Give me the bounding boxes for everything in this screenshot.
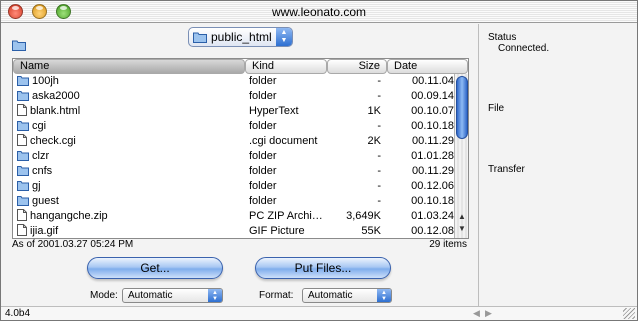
file-date: 00.12.06 <box>411 180 454 192</box>
file-date: 00.09.14 <box>411 90 454 102</box>
file-row[interactable]: blank.html HyperText 1K 00.10.07 <box>13 104 454 119</box>
file-date: 00.11.04 <box>411 75 454 87</box>
folder-icon <box>17 195 32 207</box>
file-size: - <box>377 195 381 207</box>
file-row[interactable]: ijia.gif GIF Picture 55K 00.12.08 <box>13 224 454 238</box>
file-date: 01.03.24 <box>411 210 454 222</box>
file-row[interactable]: 100jh folder -00.11.04 <box>13 74 454 89</box>
file-name: hangangche.zip <box>30 210 108 222</box>
file-name: 100jh <box>32 75 59 87</box>
window-title: www.leonato.com <box>271 5 367 19</box>
file-date: 00.12.08 <box>411 225 454 237</box>
column-header: Name Kind Size Date <box>13 59 468 74</box>
file-date: 00.10.18 <box>411 195 454 207</box>
file-row[interactable]: cgi folder -00.10.18 <box>13 119 454 134</box>
folder-icon <box>17 165 32 177</box>
file-row[interactable]: clzr folder -01.01.28 <box>13 149 454 164</box>
file-row[interactable]: gj folder -00.12.06 <box>13 179 454 194</box>
file-size: 2K <box>367 135 381 147</box>
file-size: - <box>377 180 381 192</box>
format-select-value: Automatic <box>308 290 353 301</box>
file-name: aska2000 <box>32 90 80 102</box>
resize-grip-icon[interactable] <box>623 308 635 319</box>
folder-icon <box>17 120 32 132</box>
file-size: - <box>377 150 381 162</box>
folder-popup[interactable]: public_html ▲ ▼ <box>188 27 293 47</box>
format-select[interactable]: Automatic ▲ ▼ <box>302 288 392 303</box>
file-name: clzr <box>32 150 50 162</box>
column-header-date[interactable]: Date <box>387 59 468 74</box>
file-name: guest <box>32 195 59 207</box>
file-row[interactable]: cnfs folder -00.11.29 <box>13 164 454 179</box>
title-bar[interactable]: www.leonato.com <box>1 1 637 23</box>
file-size: - <box>377 75 381 87</box>
file-row[interactable]: aska2000 folder -00.09.14 <box>13 89 454 104</box>
folder-popup-label: public_html <box>211 30 272 44</box>
put-files-button[interactable]: Put Files... <box>255 257 391 279</box>
mode-label: Mode: <box>90 290 118 301</box>
last-updated-text: As of 2001.03.27 05:24 PM <box>12 239 134 250</box>
column-header-kind[interactable]: Kind <box>245 59 327 74</box>
file-date: 00.10.07 <box>411 105 454 117</box>
vertical-scrollbar[interactable]: ▲ ▼ <box>454 74 468 238</box>
file-list: Name Kind Size Date 100jh folder -00.11.04… <box>12 58 469 239</box>
current-folder-icon[interactable] <box>12 39 26 54</box>
status-label: Status <box>488 32 517 43</box>
scroll-up-arrow-icon[interactable]: ▲ <box>458 212 466 221</box>
column-header-size[interactable]: Size <box>327 59 387 74</box>
document-icon <box>17 224 30 237</box>
folder-icon <box>17 75 32 87</box>
format-label: Format: <box>259 290 294 301</box>
file-label: File <box>488 103 505 114</box>
mode-select[interactable]: Automatic ▲ ▼ <box>122 288 223 303</box>
file-date: 00.11.29 <box>411 165 454 177</box>
folder-icon <box>17 90 32 102</box>
ftp-window: www.leonato.com public_html ▲ ▼ Name Kind… <box>0 0 638 321</box>
file-name: check.cgi <box>30 135 76 147</box>
chevron-updown-icon: ▲ ▼ <box>208 289 222 302</box>
file-size: - <box>377 165 381 177</box>
file-name: ijia.gif <box>30 225 59 237</box>
chevron-updown-icon: ▲ ▼ <box>276 28 292 46</box>
item-count: 29 items <box>429 239 467 250</box>
file-row[interactable]: hangangche.zip PC ZIP Archi… 3,649K 01.03.2… <box>13 209 454 224</box>
chevron-updown-icon: ▲ ▼ <box>377 289 391 302</box>
file-name: cnfs <box>32 165 53 177</box>
file-size: 1K <box>367 105 381 117</box>
file-date: 00.10.18 <box>411 120 454 132</box>
panel-divider <box>478 24 479 306</box>
file-name: gj <box>32 180 41 192</box>
file-row[interactable]: guest folder -00.10.18 <box>13 194 454 209</box>
file-size: - <box>377 90 381 102</box>
folder-icon <box>17 150 32 162</box>
version-label: 4.0b4 <box>5 308 31 319</box>
file-size: 3,649K <box>346 210 381 222</box>
document-icon <box>17 209 30 222</box>
folder-icon <box>17 180 32 192</box>
column-header-name[interactable]: Name <box>13 59 245 74</box>
file-date: 00.11.29 <box>411 135 454 147</box>
document-icon <box>17 134 30 147</box>
scroll-down-arrow-icon[interactable]: ▼ <box>458 224 466 233</box>
scroll-thumb[interactable] <box>456 76 468 139</box>
status-value: Connected. <box>498 43 550 54</box>
document-icon <box>17 104 30 117</box>
file-row[interactable]: check.cgi .cgi document 2K 00.11.29 <box>13 134 454 149</box>
file-name: cgi <box>32 120 47 132</box>
scroll-left-arrow-icon[interactable]: ◀ <box>473 308 480 319</box>
file-rows: 100jh folder -00.11.04 aska2000 folder -00.09… <box>13 74 454 238</box>
scroll-right-arrow-icon[interactable]: ▶ <box>485 308 492 319</box>
file-name: blank.html <box>30 105 81 117</box>
file-date: 01.01.28 <box>411 150 454 162</box>
get-button[interactable]: Get... <box>87 257 223 279</box>
bottom-bar: 4.0b4 ◀ ▶ <box>1 306 637 320</box>
file-size: - <box>377 120 381 132</box>
mode-select-value: Automatic <box>128 290 173 301</box>
folder-icon <box>193 31 207 46</box>
file-size: 55K <box>361 225 381 237</box>
transfer-label: Transfer <box>488 164 525 175</box>
